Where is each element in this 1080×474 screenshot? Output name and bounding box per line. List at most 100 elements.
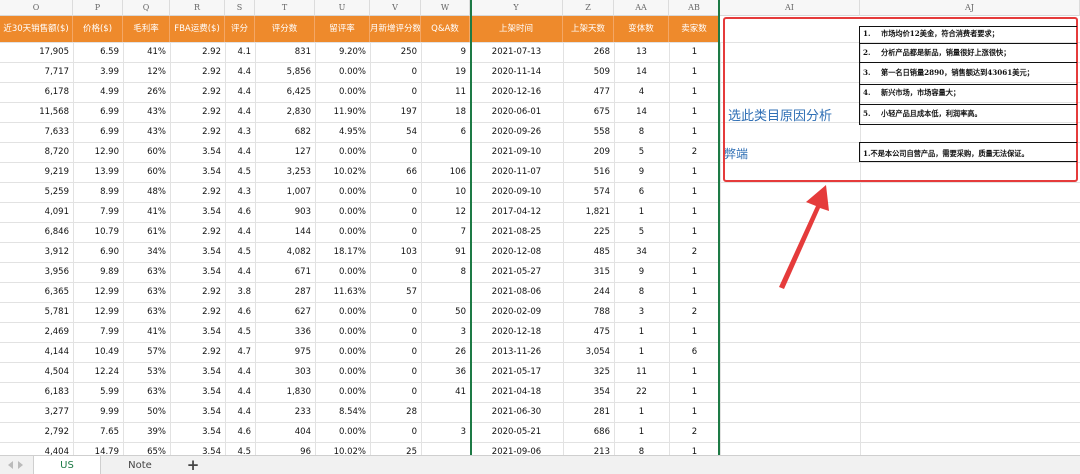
table-cell[interactable]: 281	[563, 402, 614, 422]
table-cell[interactable]: 3.54	[170, 142, 225, 162]
table-cell[interactable]: 2.92	[170, 282, 225, 302]
table-cell[interactable]	[421, 442, 470, 455]
table-cell[interactable]: 2,792	[0, 422, 73, 442]
table-cell[interactable]: 25	[370, 442, 421, 455]
table-cell[interactable]: 975	[255, 342, 315, 362]
table-cell[interactable]: 8	[614, 442, 669, 455]
table-cell[interactable]: 66	[370, 162, 421, 182]
table-cell[interactable]: 4.7	[225, 342, 255, 362]
table-cell[interactable]: 2021-06-30	[470, 402, 563, 422]
table-cell[interactable]: 9,219	[0, 162, 73, 182]
table-cell[interactable]: 682	[255, 122, 315, 142]
table-cell[interactable]: 3.54	[170, 202, 225, 222]
table-cell[interactable]: 9.99	[73, 402, 123, 422]
table-cell[interactable]: 0.00%	[315, 302, 370, 322]
add-sheet-button[interactable]: +	[178, 456, 208, 474]
table-cell[interactable]: 831	[255, 42, 315, 62]
next-sheet-icon[interactable]	[18, 461, 23, 469]
table-cell[interactable]: 3.54	[170, 422, 225, 442]
table-cell[interactable]: 3.54	[170, 262, 225, 282]
table-cell[interactable]: 7	[421, 222, 470, 242]
header-cell[interactable]: 月新增评分数	[370, 16, 421, 42]
table-cell[interactable]: 63%	[123, 382, 170, 402]
table-cell[interactable]: 57	[370, 282, 421, 302]
table-cell[interactable]: 2020-12-18	[470, 322, 563, 342]
column-letter[interactable]: AA	[614, 0, 669, 16]
table-cell[interactable]: 41%	[123, 42, 170, 62]
table-cell[interactable]: 0	[370, 62, 421, 82]
table-cell[interactable]: 3.54	[170, 362, 225, 382]
table-cell[interactable]: 6.59	[73, 42, 123, 62]
table-cell[interactable]: 336	[255, 322, 315, 342]
table-cell[interactable]: 9	[421, 42, 470, 62]
table-cell[interactable]: 10.79	[73, 222, 123, 242]
table-cell[interactable]: 3.54	[170, 402, 225, 422]
table-cell[interactable]: 1	[669, 282, 720, 302]
table-cell[interactable]: 8.99	[73, 182, 123, 202]
table-cell[interactable]: 788	[563, 302, 614, 322]
table-cell[interactable]: 34%	[123, 242, 170, 262]
table-cell[interactable]: 4.4	[225, 102, 255, 122]
table-cell[interactable]: 2020-09-26	[470, 122, 563, 142]
table-cell[interactable]: 5	[614, 222, 669, 242]
table-cell[interactable]: 1	[669, 102, 720, 122]
table-cell[interactable]: 5	[614, 142, 669, 162]
table-cell[interactable]: 1	[614, 322, 669, 342]
table-cell[interactable]: 6,183	[0, 382, 73, 402]
table-cell[interactable]: 2.92	[170, 42, 225, 62]
table-cell[interactable]: 2013-11-26	[470, 342, 563, 362]
table-cell[interactable]: 1	[669, 382, 720, 402]
table-cell[interactable]: 144	[255, 222, 315, 242]
table-cell[interactable]: 60%	[123, 162, 170, 182]
table-cell[interactable]: 4,404	[0, 442, 73, 455]
column-letter[interactable]: O	[0, 0, 73, 16]
table-cell[interactable]: 627	[255, 302, 315, 322]
table-cell[interactable]: 12.24	[73, 362, 123, 382]
table-cell[interactable]: 26	[421, 342, 470, 362]
table-cell[interactable]: 3.54	[170, 382, 225, 402]
table-cell[interactable]: 1	[669, 162, 720, 182]
table-cell[interactable]: 1	[669, 42, 720, 62]
table-cell[interactable]: 2020-09-10	[470, 182, 563, 202]
table-cell[interactable]: 61%	[123, 222, 170, 242]
table-cell[interactable]: 13.99	[73, 162, 123, 182]
table-cell[interactable]: 2.92	[170, 122, 225, 142]
table-cell[interactable]: 303	[255, 362, 315, 382]
table-cell[interactable]: 34	[614, 242, 669, 262]
table-cell[interactable]: 9	[614, 162, 669, 182]
header-cell[interactable]: 毛利率	[123, 16, 170, 42]
header-cell[interactable]: 留评率	[315, 16, 370, 42]
table-cell[interactable]: 244	[563, 282, 614, 302]
column-letter[interactable]: S	[225, 0, 255, 16]
table-cell[interactable]: 4.99	[73, 82, 123, 102]
table-cell[interactable]: 4.5	[225, 322, 255, 342]
table-cell[interactable]: 4,504	[0, 362, 73, 382]
table-cell[interactable]: 63%	[123, 262, 170, 282]
table-cell[interactable]: 0.00%	[315, 62, 370, 82]
table-cell[interactable]: 2.92	[170, 342, 225, 362]
table-cell[interactable]: 4.1	[225, 42, 255, 62]
table-cell[interactable]: 19	[421, 62, 470, 82]
table-cell[interactable]: 4.3	[225, 122, 255, 142]
header-cell[interactable]: 价格($)	[73, 16, 123, 42]
table-cell[interactable]: 197	[370, 102, 421, 122]
tab-note[interactable]: Note	[106, 456, 174, 474]
table-cell[interactable]: 4.95%	[315, 122, 370, 142]
table-cell[interactable]: 574	[563, 182, 614, 202]
table-cell[interactable]: 48%	[123, 182, 170, 202]
table-cell[interactable]: 10.02%	[315, 442, 370, 455]
table-cell[interactable]: 315	[563, 262, 614, 282]
table-cell[interactable]: 6.99	[73, 102, 123, 122]
table-cell[interactable]: 18	[421, 102, 470, 122]
table-cell[interactable]	[421, 282, 470, 302]
table-cell[interactable]: 686	[563, 422, 614, 442]
table-cell[interactable]: 3.54	[170, 162, 225, 182]
header-cell[interactable]: FBA运费($)	[170, 16, 225, 42]
table-cell[interactable]: 4.3	[225, 182, 255, 202]
table-cell[interactable]: 6	[421, 122, 470, 142]
header-cell[interactable]: 评分数	[255, 16, 315, 42]
table-cell[interactable]: 2	[669, 422, 720, 442]
table-cell[interactable]: 2.92	[170, 62, 225, 82]
table-cell[interactable]: 63%	[123, 302, 170, 322]
table-cell[interactable]: 3	[614, 302, 669, 322]
